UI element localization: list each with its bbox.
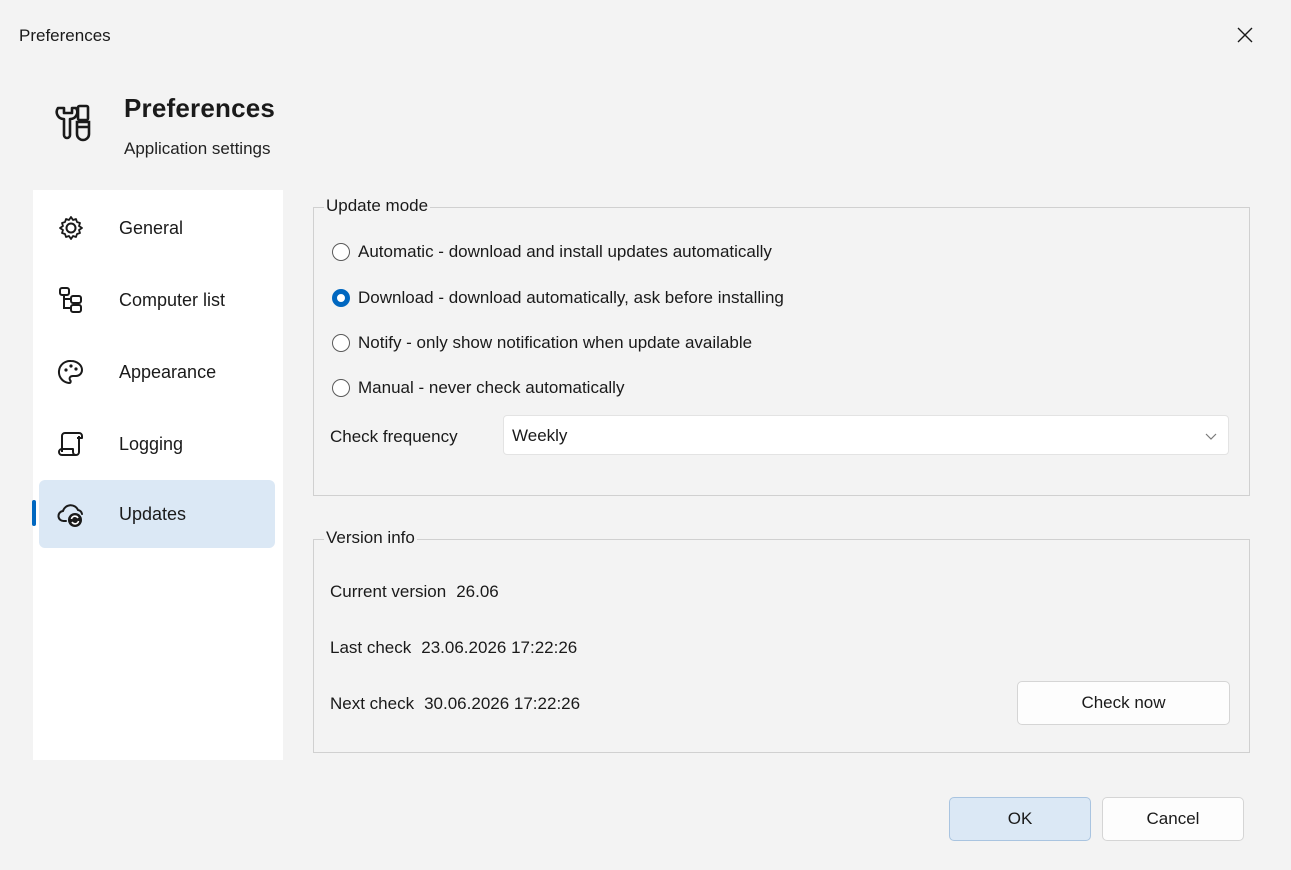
check-frequency-value: Weekly [512, 426, 568, 445]
sidebar-item-label: General [119, 218, 184, 238]
title-bar: Preferences [0, 0, 1291, 70]
update-mode-legend: Update mode [324, 196, 431, 216]
ok-button[interactable]: OK [949, 797, 1091, 841]
chevron-down-icon [1205, 433, 1217, 440]
check-now-button[interactable]: Check now [1017, 681, 1230, 725]
radio-option-manual[interactable]: Manual - never check automatically [332, 375, 624, 401]
sidebar-item-label: Computer list [119, 290, 226, 310]
cancel-button[interactable]: Cancel [1102, 797, 1244, 841]
sidebar-item-label: Logging [119, 434, 184, 454]
page-title: Preferences [124, 93, 276, 123]
close-icon [1237, 27, 1253, 43]
last-check-row: Last check 23.06.2026 17:22:26 [330, 638, 577, 658]
sidebar-item-logging[interactable]: Logging [39, 410, 275, 478]
close-button[interactable] [1228, 18, 1262, 52]
radio-label: Notify - only show notification when upd… [358, 333, 753, 352]
palette-icon [57, 359, 84, 385]
current-version-value: 26.06 [456, 582, 499, 601]
sidebar: General Computer list Appearance Logging [32, 190, 283, 760]
current-version-row: Current version 26.06 [330, 582, 499, 602]
update-mode-group: Update mode Automatic - download and ins… [313, 196, 1250, 496]
last-check-label: Last check [330, 638, 412, 657]
radio-button[interactable] [332, 334, 350, 352]
sidebar-item-label: Updates [119, 504, 187, 524]
window-title: Preferences [19, 26, 111, 45]
page-subtitle: Application settings [124, 139, 271, 158]
check-frequency-select[interactable]: Weekly [503, 415, 1229, 455]
cloud-sync-icon [57, 504, 83, 527]
sidebar-item-computer-list[interactable]: Computer list [39, 266, 275, 334]
current-version-label: Current version [330, 582, 447, 601]
sidebar-item-label: Appearance [119, 362, 217, 382]
radio-option-download[interactable]: Download - download automatically, ask b… [332, 285, 784, 311]
radio-option-automatic[interactable]: Automatic - download and install updates… [332, 239, 772, 265]
radio-option-notify[interactable]: Notify - only show notification when upd… [332, 330, 752, 356]
next-check-row: Next check 30.06.2026 17:22:26 [330, 694, 580, 714]
radio-button[interactable] [332, 379, 350, 397]
sidebar-item-appearance[interactable]: Appearance [39, 338, 275, 406]
sidebar-item-general[interactable]: General [39, 194, 275, 262]
radio-label: Automatic - download and install updates… [358, 242, 772, 261]
scroll-icon [58, 432, 83, 456]
active-indicator [32, 500, 36, 526]
radio-button[interactable] [332, 243, 350, 261]
next-check-label: Next check [330, 694, 415, 713]
version-info-group: Version info Current version 26.06 Last c… [313, 528, 1250, 753]
tools-icon [55, 104, 91, 142]
radio-label: Download - download automatically, ask b… [358, 288, 784, 307]
radio-label: Manual - never check automatically [358, 378, 625, 397]
last-check-value: 23.06.2026 17:22:26 [421, 638, 578, 657]
next-check-value: 30.06.2026 17:22:26 [424, 694, 581, 713]
tree-icon [59, 287, 82, 313]
version-info-legend: Version info [324, 528, 417, 548]
check-frequency-label: Check frequency [330, 427, 458, 446]
sidebar-item-updates[interactable]: Updates [32, 480, 275, 548]
gear-icon [59, 216, 83, 240]
radio-button-checked[interactable] [332, 289, 350, 307]
